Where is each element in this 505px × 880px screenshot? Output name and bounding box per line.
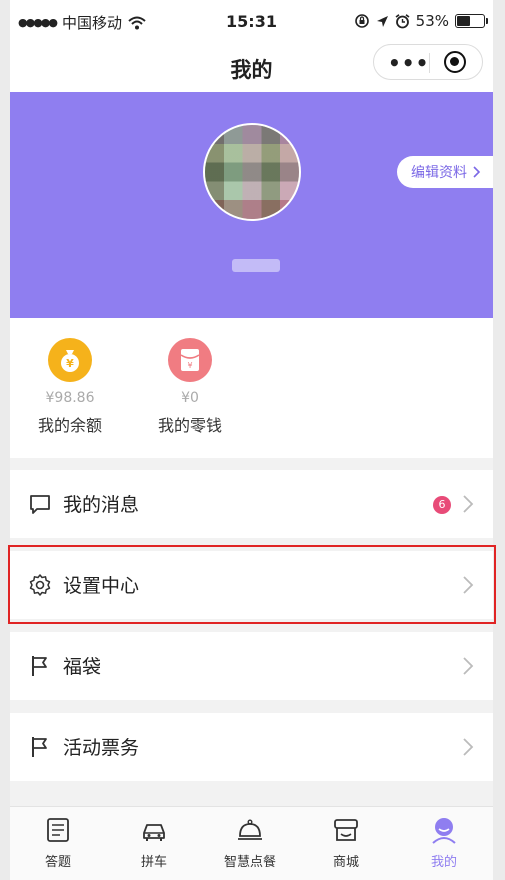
chevron-right-icon — [463, 738, 474, 756]
money-bag-icon: ¥ — [48, 338, 92, 382]
wallet-item-balance[interactable]: ¥ ¥98.86 我的余额 — [10, 338, 130, 436]
menu-label: 活动票务 — [63, 737, 140, 759]
profile-banner: 编辑资料 — [10, 92, 493, 318]
close-target-icon[interactable] — [444, 51, 466, 73]
menu-item-settings[interactable]: 设置中心 — [10, 551, 493, 619]
status-bar: ●●●●● 中国移动 15:31 53% — [10, 0, 493, 44]
avatar[interactable] — [203, 123, 301, 221]
tab-quiz[interactable]: 答题 — [18, 815, 98, 870]
car-icon — [143, 824, 165, 841]
mini-program-capsule: ••• — [373, 44, 483, 80]
edit-profile-label: 编辑资料 — [411, 165, 467, 181]
tab-mine[interactable]: 我的 — [404, 815, 484, 870]
tab-label: 我的 — [430, 855, 457, 870]
tab-label: 智慧点餐 — [223, 855, 276, 870]
menu-item-event-tickets[interactable]: 活动票务 — [10, 713, 493, 781]
dish-cover-icon — [238, 819, 262, 840]
tab-label: 商城 — [332, 855, 359, 870]
page: ●●●●● 中国移动 15:31 53% 我的 ••• 编辑资料 ¥ ¥98.8… — [8, 0, 496, 880]
profile-icon — [432, 818, 456, 844]
tab-bar: 答题 拼车 智慧点餐 商城 我的 — [10, 806, 493, 880]
battery-level — [457, 16, 470, 26]
avatar-mosaic — [205, 125, 299, 219]
tab-label: 答题 — [44, 855, 71, 870]
location-arrow-icon — [376, 15, 388, 27]
menu-label: 福袋 — [63, 656, 102, 678]
alarm-icon — [395, 13, 410, 28]
tab-carpool[interactable]: 拼车 — [114, 815, 194, 870]
svg-text:¥: ¥ — [66, 357, 74, 370]
gear-icon — [29, 574, 51, 596]
shop-icon — [334, 819, 358, 841]
status-right: 53% — [354, 12, 488, 30]
edit-profile-button[interactable]: 编辑资料 — [397, 156, 493, 188]
menu-label: 我的消息 — [63, 494, 140, 516]
message-icon — [30, 495, 50, 514]
chevron-right-icon — [473, 166, 481, 178]
svg-text:¥: ¥ — [187, 361, 192, 370]
change-amount: ¥0 — [181, 390, 199, 406]
nav-bar: 我的 ••• — [10, 44, 493, 92]
tab-smart-dining[interactable]: 智慧点餐 — [210, 815, 290, 870]
capsule-divider — [429, 53, 430, 73]
tab-label: 拼车 — [140, 855, 167, 870]
battery-icon — [455, 14, 488, 28]
chevron-right-icon — [463, 495, 474, 513]
menu-item-messages[interactable]: 我的消息 6 — [10, 470, 493, 538]
wallet-section: ¥ ¥98.86 我的余额 ¥ ¥0 我的零钱 — [10, 318, 493, 458]
balance-label: 我的余额 — [37, 416, 102, 435]
change-label: 我的零钱 — [157, 416, 222, 435]
chevron-right-icon — [463, 576, 474, 594]
chevron-right-icon — [463, 657, 474, 675]
tab-mall[interactable]: 商城 — [306, 815, 386, 870]
quiz-icon — [47, 818, 69, 842]
unread-badge: 6 — [433, 496, 451, 514]
flag-icon — [32, 737, 47, 757]
wallet-item-change[interactable]: ¥ ¥0 我的零钱 — [130, 338, 250, 436]
menu-label: 设置中心 — [63, 575, 140, 597]
red-packet-icon: ¥ — [168, 338, 212, 382]
menu-item-lucky-bag[interactable]: 福袋 — [10, 632, 493, 700]
rotation-lock-icon — [354, 14, 369, 28]
balance-amount: ¥98.86 — [45, 390, 95, 406]
battery-percent: 53% — [415, 12, 449, 30]
username-blurred — [232, 259, 280, 272]
flag-icon — [32, 656, 47, 676]
more-icon[interactable]: ••• — [388, 51, 428, 75]
